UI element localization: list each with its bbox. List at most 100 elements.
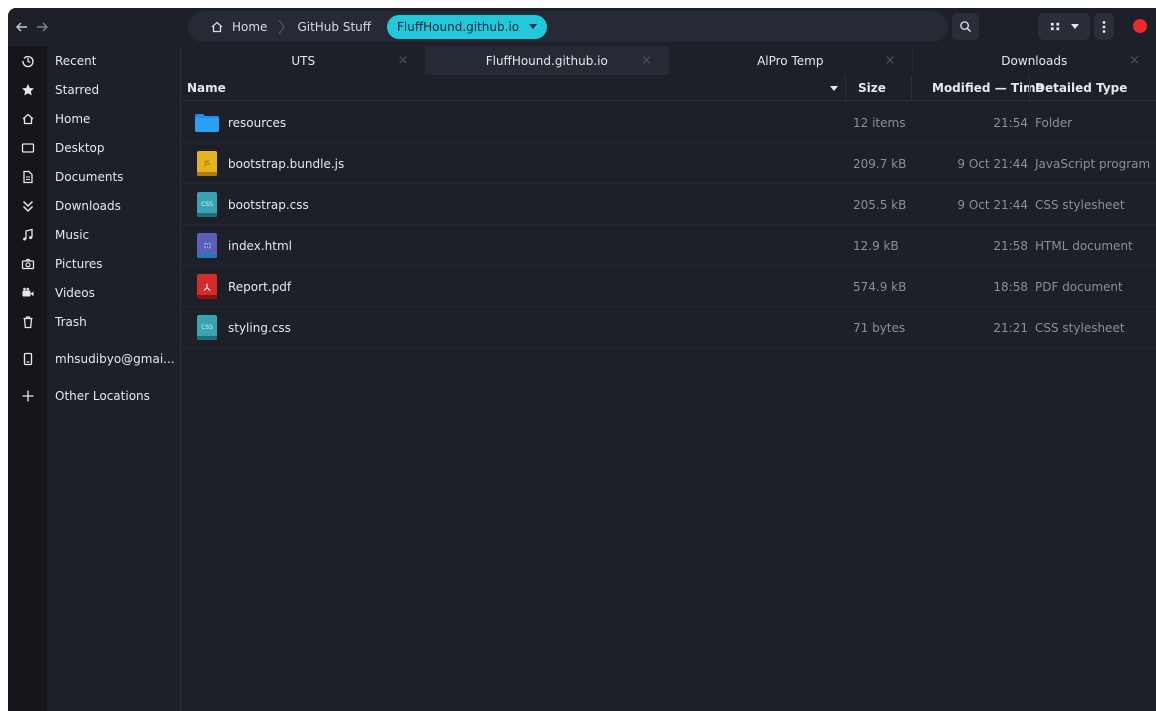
file-type: CSS stylesheet [1035,320,1125,335]
file-row[interactable]: CSS styling.css 71 bytes 21:21 CSS style… [182,307,1156,348]
column-divider [1029,75,1030,101]
column-size[interactable]: Size [858,75,886,101]
sidebar-item-recent[interactable]: Recent [8,47,181,75]
breadcrumb-github-stuff-label: GitHub Stuff [297,19,372,34]
file-type: HTML document [1035,238,1133,253]
file-row[interactable]: CSS bootstrap.css 205.5 kB 9 Oct 21:44 C… [182,184,1156,225]
tab-alpro-temp[interactable]: AlPro Temp × [669,46,913,75]
column-modified[interactable]: Modified — Time [932,75,1044,101]
sidebar-item-starred[interactable]: Starred [8,76,181,104]
file-size: 71 bytes [853,320,906,335]
sidebar-item-label: Videos [55,286,95,300]
file-row[interactable]: JS bootstrap.bundle.js 209.7 kB 9 Oct 21… [182,143,1156,184]
kebab-menu-icon [1102,20,1106,33]
documents-icon [20,169,36,185]
back-button[interactable] [12,16,32,38]
file-list: resources 12 items 21:54 Folder JS boots… [182,102,1156,711]
folder-icon [194,110,220,135]
sidebar-item-label: Downloads [55,199,121,213]
drive-icon [20,351,36,367]
file-modified: 21:58 [993,238,1028,253]
sidebar-item-other-locations[interactable]: Other Locations [8,382,181,410]
breadcrumb-current-label: FluffHound.github.io [397,19,520,34]
css-file-icon: CSS [194,192,220,217]
column-detailed-type[interactable]: Detailed Type [1035,75,1127,101]
main-menu-button[interactable] [1094,13,1114,40]
close-icon[interactable]: × [641,53,652,68]
file-type: PDF document [1035,279,1123,294]
sidebar-item-music[interactable]: Music [8,221,181,249]
sidebar-item-desktop[interactable]: Desktop [8,134,181,162]
tab-label: FluffHound.github.io [485,53,608,68]
column-name[interactable]: Name [187,75,226,101]
css-file-icon: CSS [194,315,220,340]
forward-arrow-icon [37,22,48,32]
sidebar-item-trash[interactable]: Trash [8,308,181,336]
column-divider [911,75,912,101]
header-bar: Home GitHub Stuff FluffHound.github.io [8,8,1156,46]
tab-downloads[interactable]: Downloads × [912,46,1156,75]
trash-icon [20,314,36,330]
file-row[interactable]: Report.pdf 574.9 kB 18:58 PDF document [182,266,1156,307]
breadcrumb-github-stuff[interactable]: GitHub Stuff [287,15,381,39]
file-row[interactable]: resources 12 items 21:54 Folder [182,102,1156,143]
file-modified: 21:54 [993,115,1028,130]
sidebar-item-label: Pictures [55,257,103,271]
close-window-button[interactable] [1133,19,1147,33]
file-modified: 9 Oct 21:44 [957,197,1028,212]
file-type: Folder [1035,115,1073,130]
sidebar-item-label: Other Locations [55,389,150,403]
file-type: JavaScript program [1035,156,1151,171]
tab-label: UTS [291,53,316,68]
file-size: 574.9 kB [853,279,907,294]
sort-descending-icon [830,86,838,91]
home-icon [211,21,223,32]
file-size: 205.5 kB [853,197,907,212]
file-size: 209.7 kB [853,156,907,171]
back-arrow-icon [16,22,27,32]
camera-icon [20,256,36,272]
video-icon [20,285,36,301]
file-row[interactable]: index.html 12.9 kB 21:58 HTML document [182,225,1156,266]
file-name: Report.pdf [228,279,292,294]
forward-button[interactable] [32,16,52,38]
file-manager-window: Home GitHub Stuff FluffHound.github.io R… [8,8,1156,711]
sidebar-item-label: Home [55,112,91,126]
desktop-icon [20,140,36,156]
file-size: 12 items [853,115,906,130]
sidebar-item-label: mhsudibyo@gmai... [55,352,175,366]
sidebar-item-label: Music [55,228,90,242]
column-header: Name Size Modified — Time Detailed Type [182,75,1156,101]
sidebar-item-online-account[interactable]: mhsudibyo@gmai... [8,345,181,373]
sidebar-item-videos[interactable]: Videos [8,279,181,307]
sidebar-item-downloads[interactable]: Downloads [8,192,181,220]
view-options-button[interactable] [1038,13,1090,40]
file-name: styling.css [228,320,291,335]
file-modified: 21:21 [993,320,1028,335]
file-name: index.html [228,238,292,253]
star-icon [20,82,36,98]
breadcrumb-separator [277,17,287,37]
breadcrumb-current-folder[interactable]: FluffHound.github.io [387,14,548,39]
sidebar-item-label: Recent [55,54,97,68]
file-type: CSS stylesheet [1035,197,1125,212]
close-icon[interactable]: × [398,53,409,68]
sidebar-item-documents[interactable]: Documents [8,163,181,191]
tab-bar: UTS × FluffHound.github.io × AlPro Temp … [182,46,1156,75]
downloads-icon [20,198,36,214]
sidebar-item-home[interactable]: Home [8,105,181,133]
tab-fluffhound[interactable]: FluffHound.github.io × [425,46,669,75]
html-file-icon [194,233,220,258]
javascript-file-icon: JS [194,151,220,176]
search-button[interactable] [952,13,979,40]
grid-view-icon [1050,22,1059,31]
close-icon[interactable]: × [885,53,896,68]
tab-uts[interactable]: UTS × [182,46,426,75]
sidebar-item-pictures[interactable]: Pictures [8,250,181,278]
close-icon[interactable]: × [1129,53,1140,68]
plus-icon [20,388,36,404]
file-modified: 9 Oct 21:44 [957,156,1028,171]
breadcrumb-home[interactable]: Home [200,15,277,39]
column-divider [845,75,846,101]
search-icon [960,21,972,33]
